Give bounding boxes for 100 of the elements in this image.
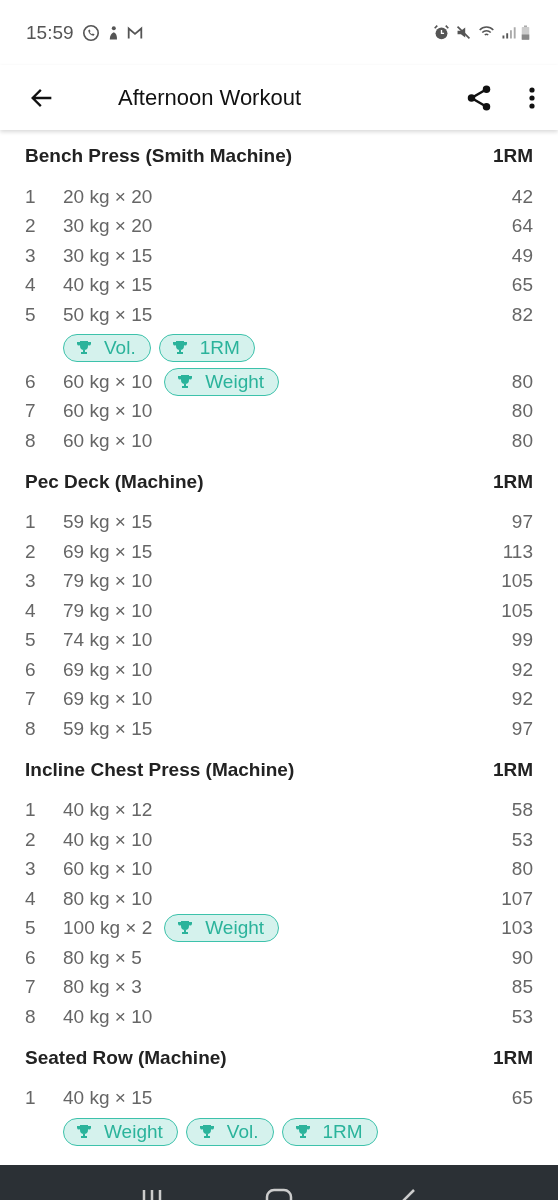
record-label: Weight: [205, 370, 265, 393]
set-number: 2: [25, 540, 37, 563]
one-rep-max: 82: [511, 303, 533, 326]
set-weight-reps: 60 kg × 10: [63, 370, 153, 393]
one-rep-max: 105: [501, 599, 533, 622]
one-rep-max: 58: [511, 799, 533, 822]
set-weight-reps: 80 kg × 5: [63, 946, 142, 969]
set-number: 3: [25, 244, 37, 267]
one-rep-max: 90: [511, 946, 533, 969]
exercise-name: Pec Deck (Machine): [25, 470, 204, 493]
set-number: 7: [25, 688, 37, 711]
set-weight-reps: 80 kg × 3: [63, 976, 142, 999]
set-weight-reps: 50 kg × 15: [63, 303, 153, 326]
one-rep-max: 85: [511, 976, 533, 999]
record-label: 1RM: [199, 337, 240, 360]
one-rep-max: 53: [511, 1005, 533, 1028]
set-weight-reps: 40 kg × 15: [63, 274, 153, 297]
one-rep-max: 65: [511, 1087, 533, 1110]
set-number: 1: [25, 799, 37, 822]
set-weight-reps: 59 kg × 15: [63, 511, 153, 534]
one-rep-max: 97: [511, 511, 533, 534]
record-label: Vol.: [104, 337, 136, 360]
trophy-icon: [198, 1123, 215, 1140]
one-rep-max: 103: [501, 917, 533, 940]
signal-icon: [501, 24, 516, 41]
alarm-icon: [433, 24, 450, 41]
one-rep-max: 42: [511, 185, 533, 208]
set-number: 3: [25, 570, 37, 593]
set-weight-reps: 69 kg × 10: [63, 688, 153, 711]
set-weight-reps: 60 kg × 10: [63, 400, 153, 423]
set-number: 6: [25, 658, 37, 681]
one-rep-max: 92: [511, 658, 533, 681]
set-number: 4: [25, 887, 37, 910]
set-number: 8: [25, 717, 37, 740]
record-label: Vol.: [226, 1120, 259, 1143]
screen-title: Afternoon Workout: [118, 84, 302, 111]
one-rep-max: 49: [511, 244, 533, 267]
exercise-name: Seated Row (Machine): [25, 1046, 227, 1069]
one-rep-max: 53: [511, 828, 533, 851]
record-label: Weight: [205, 917, 265, 940]
column-heading: 1RM: [492, 1046, 533, 1069]
set-number: 5: [25, 917, 37, 940]
set-number: 5: [25, 629, 37, 652]
trophy-icon: [76, 340, 92, 357]
exercise-name: Bench Press (Smith Machine): [25, 145, 293, 167]
set-number: 8: [25, 429, 37, 452]
set-number: 4: [25, 599, 37, 622]
one-rep-max: 80: [511, 400, 533, 423]
status-time: 15:59: [26, 21, 74, 44]
record-label: 1RM: [322, 1120, 363, 1143]
set-number: 7: [25, 976, 37, 999]
set-number: 1: [25, 511, 37, 534]
more-options-icon: [528, 84, 536, 111]
set-weight-reps: 60 kg × 10: [63, 429, 153, 452]
column-heading: 1RM: [492, 145, 533, 167]
one-rep-max: 65: [511, 274, 533, 297]
set-weight-reps: 79 kg × 10: [63, 570, 153, 593]
record-label: Weight: [104, 1120, 163, 1143]
one-rep-max: 92: [511, 688, 533, 711]
set-weight-reps: 40 kg × 12: [63, 799, 153, 822]
set-weight-reps: 80 kg × 10: [63, 887, 153, 910]
set-number: 1: [25, 185, 37, 208]
one-rep-max: 80: [511, 858, 533, 881]
set-number: 5: [25, 303, 37, 326]
trophy-icon: [171, 340, 188, 357]
trophy-icon: [76, 1123, 92, 1140]
set-weight-reps: 74 kg × 10: [63, 629, 153, 652]
one-rep-max: 107: [501, 887, 533, 910]
set-weight-reps: 30 kg × 20: [63, 215, 153, 238]
one-rep-max: 99: [511, 629, 533, 652]
set-weight-reps: 40 kg × 10: [63, 1005, 153, 1028]
set-number: 1: [25, 1087, 37, 1110]
trophy-icon: [177, 373, 194, 390]
one-rep-max: 105: [501, 570, 533, 593]
set-number: 4: [25, 274, 37, 297]
exercise-name: Incline Chest Press (Machine): [25, 758, 295, 781]
set-number: 3: [25, 858, 37, 881]
column-heading: 1RM: [492, 758, 533, 781]
set-weight-reps: 69 kg × 15: [63, 540, 153, 563]
set-number: 2: [25, 828, 37, 851]
battery-icon: [521, 23, 530, 42]
home-icon[interactable]: [265, 1188, 293, 1200]
set-weight-reps: 59 kg × 15: [63, 717, 153, 740]
one-rep-max: 64: [511, 215, 533, 238]
set-weight-reps: 100 kg × 2: [63, 917, 153, 940]
one-rep-max: 80: [511, 429, 533, 452]
set-weight-reps: 60 kg × 10: [63, 858, 153, 881]
trophy-icon: [294, 1123, 311, 1140]
set-number: 6: [25, 370, 37, 393]
set-number: 7: [25, 400, 37, 423]
set-weight-reps: 40 kg × 10: [63, 828, 153, 851]
set-weight-reps: 40 kg × 15: [63, 1087, 153, 1110]
column-heading: 1RM: [492, 470, 533, 493]
chat-icon: [81, 23, 100, 42]
set-number: 2: [25, 215, 37, 238]
set-weight-reps: 30 kg × 15: [63, 244, 153, 267]
one-rep-max: 80: [511, 370, 533, 393]
set-weight-reps: 69 kg × 10: [63, 658, 153, 681]
set-number: 8: [25, 1005, 37, 1028]
mute-icon: [455, 24, 472, 41]
